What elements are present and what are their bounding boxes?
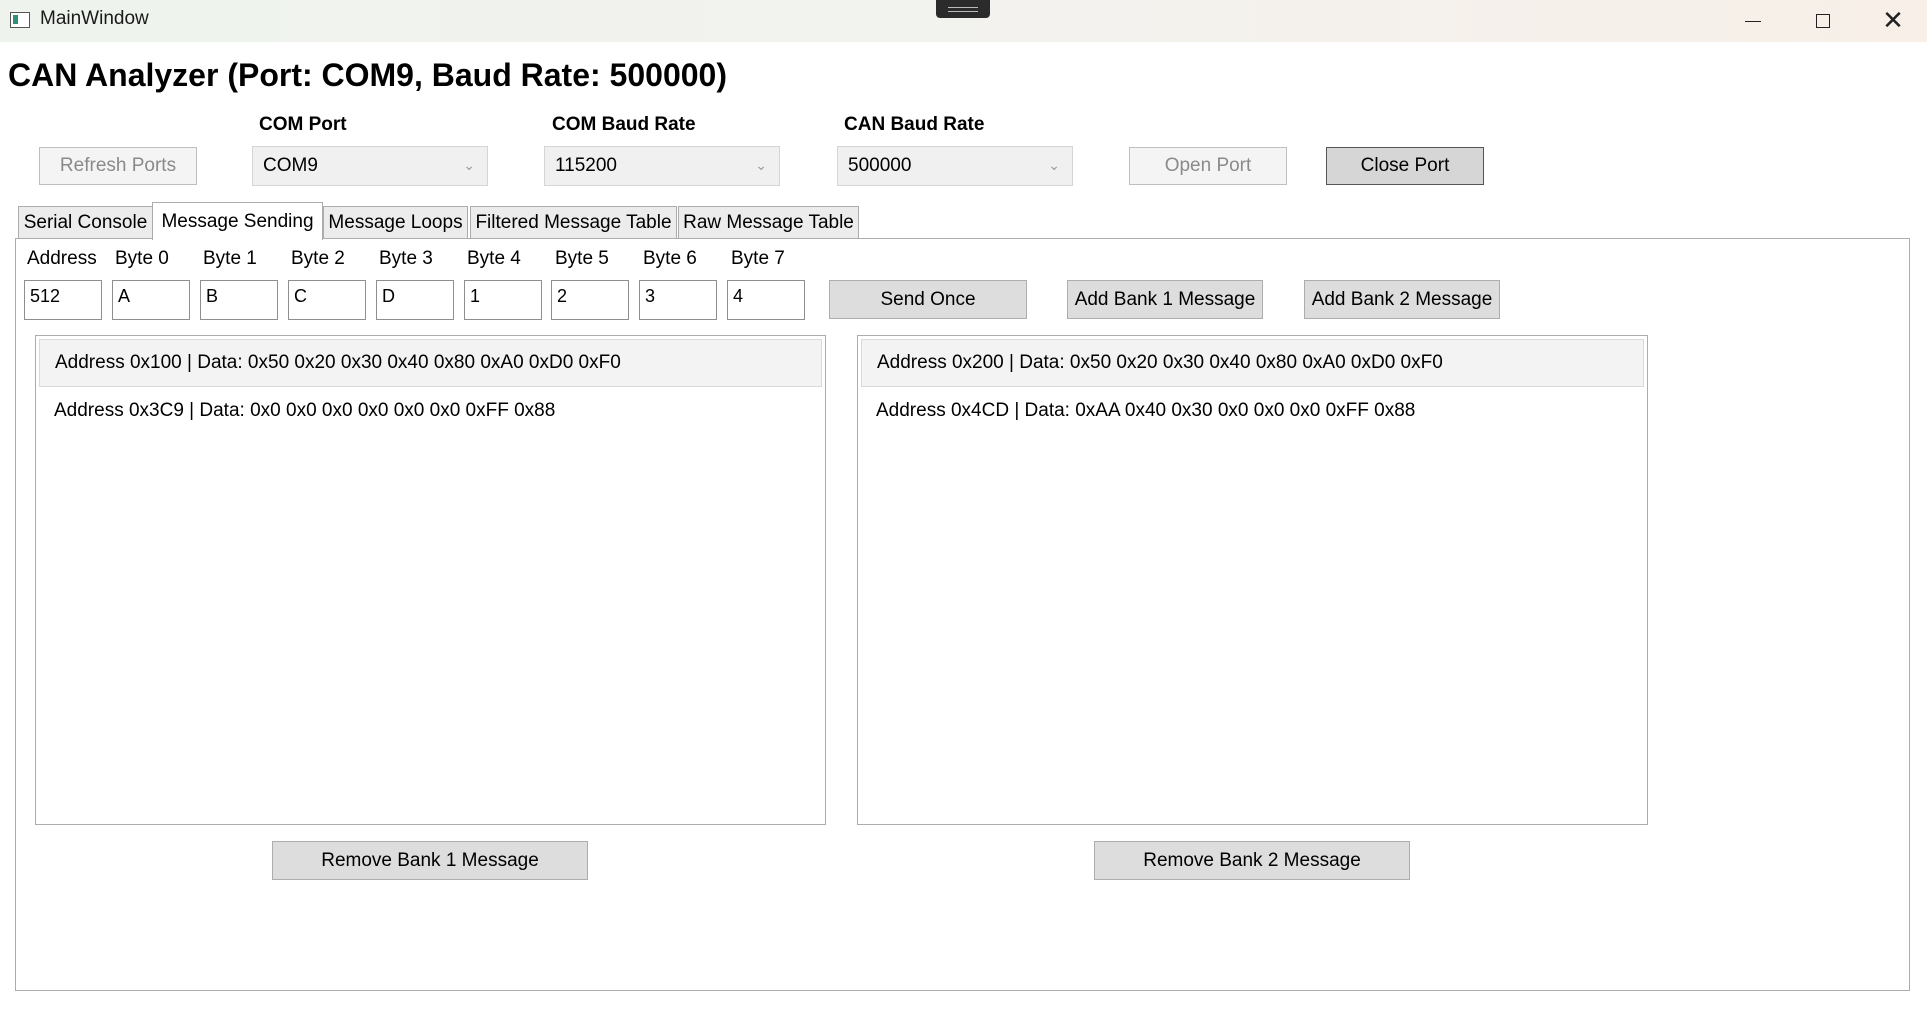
byte-1-input[interactable]: B <box>200 280 278 320</box>
com-port-label: COM Port <box>259 114 347 135</box>
remove-bank-1-message-button[interactable]: Remove Bank 1 Message <box>272 841 588 880</box>
window-title: MainWindow <box>40 8 149 29</box>
com-baud-select[interactable]: 115200 ⌄ <box>544 146 780 186</box>
snap-layout-handle[interactable] <box>936 0 990 18</box>
tab-serial-console[interactable]: Serial Console <box>18 206 153 239</box>
byte-0-label: Byte 0 <box>115 248 169 269</box>
can-baud-select[interactable]: 500000 ⌄ <box>837 146 1073 186</box>
byte-6-label: Byte 6 <box>643 248 697 269</box>
address-label: Address <box>27 248 97 269</box>
byte-5-input[interactable]: 2 <box>551 280 629 320</box>
byte-3-input[interactable]: D <box>376 280 454 320</box>
bank-2-list-item[interactable]: Address 0x200 | Data: 0x50 0x20 0x30 0x4… <box>861 339 1644 387</box>
byte-5-label: Byte 5 <box>555 248 609 269</box>
bank-1-list-item[interactable]: Address 0x3C9 | Data: 0x0 0x0 0x0 0x0 0x… <box>39 387 822 435</box>
byte-3-label: Byte 3 <box>379 248 433 269</box>
close-icon: ✕ <box>1882 6 1904 36</box>
byte-4-label: Byte 4 <box>467 248 521 269</box>
chevron-down-icon: ⌄ <box>755 158 767 174</box>
tab-message-sending[interactable]: Message Sending <box>152 202 323 240</box>
add-bank-1-message-button[interactable]: Add Bank 1 Message <box>1067 280 1263 319</box>
minimize-icon <box>1745 20 1761 22</box>
tab-message-loops[interactable]: Message Loops <box>323 206 468 239</box>
bank-1-list-item[interactable]: Address 0x100 | Data: 0x50 0x20 0x30 0x4… <box>39 339 822 387</box>
byte-4-input[interactable]: 1 <box>464 280 542 320</box>
can-baud-value: 500000 <box>848 155 912 176</box>
byte-0-input[interactable]: A <box>112 280 190 320</box>
com-baud-value: 115200 <box>555 155 617 176</box>
maximize-icon <box>1816 14 1830 28</box>
close-window-button[interactable]: ✕ <box>1858 0 1927 42</box>
minimize-button[interactable] <box>1718 0 1788 42</box>
send-once-button[interactable]: Send Once <box>829 280 1027 319</box>
tab-raw-message-table[interactable]: Raw Message Table <box>678 206 859 239</box>
bank-1-message-list[interactable]: Address 0x100 | Data: 0x50 0x20 0x30 0x4… <box>35 335 826 825</box>
refresh-ports-button[interactable]: Refresh Ports <box>39 147 197 185</box>
tab-filtered-message-table[interactable]: Filtered Message Table <box>470 206 677 239</box>
bank-2-message-list[interactable]: Address 0x200 | Data: 0x50 0x20 0x30 0x4… <box>857 335 1648 825</box>
open-port-button[interactable]: Open Port <box>1129 147 1287 185</box>
remove-bank-2-message-button[interactable]: Remove Bank 2 Message <box>1094 841 1410 880</box>
byte-2-input[interactable]: C <box>288 280 366 320</box>
byte-7-label: Byte 7 <box>731 248 785 269</box>
chevron-down-icon: ⌄ <box>463 158 475 174</box>
bank-2-list-item[interactable]: Address 0x4CD | Data: 0xAA 0x40 0x30 0x0… <box>861 387 1644 435</box>
com-port-value: COM9 <box>263 155 318 176</box>
maximize-button[interactable] <box>1788 0 1858 42</box>
chevron-down-icon: ⌄ <box>1048 158 1060 174</box>
com-baud-label: COM Baud Rate <box>552 114 696 135</box>
app-icon <box>10 12 30 28</box>
add-bank-2-message-button[interactable]: Add Bank 2 Message <box>1304 280 1500 319</box>
app-heading: CAN Analyzer (Port: COM9, Baud Rate: 500… <box>8 57 727 93</box>
byte-6-input[interactable]: 3 <box>639 280 717 320</box>
com-port-select[interactable]: COM9 ⌄ <box>252 146 488 186</box>
address-input[interactable]: 512 <box>24 280 102 320</box>
byte-7-input[interactable]: 4 <box>727 280 805 320</box>
byte-1-label: Byte 1 <box>203 248 257 269</box>
close-port-button[interactable]: Close Port <box>1326 147 1484 185</box>
can-baud-label: CAN Baud Rate <box>844 114 985 135</box>
byte-2-label: Byte 2 <box>291 248 345 269</box>
title-bar[interactable]: MainWindow ✕ <box>0 0 1927 42</box>
